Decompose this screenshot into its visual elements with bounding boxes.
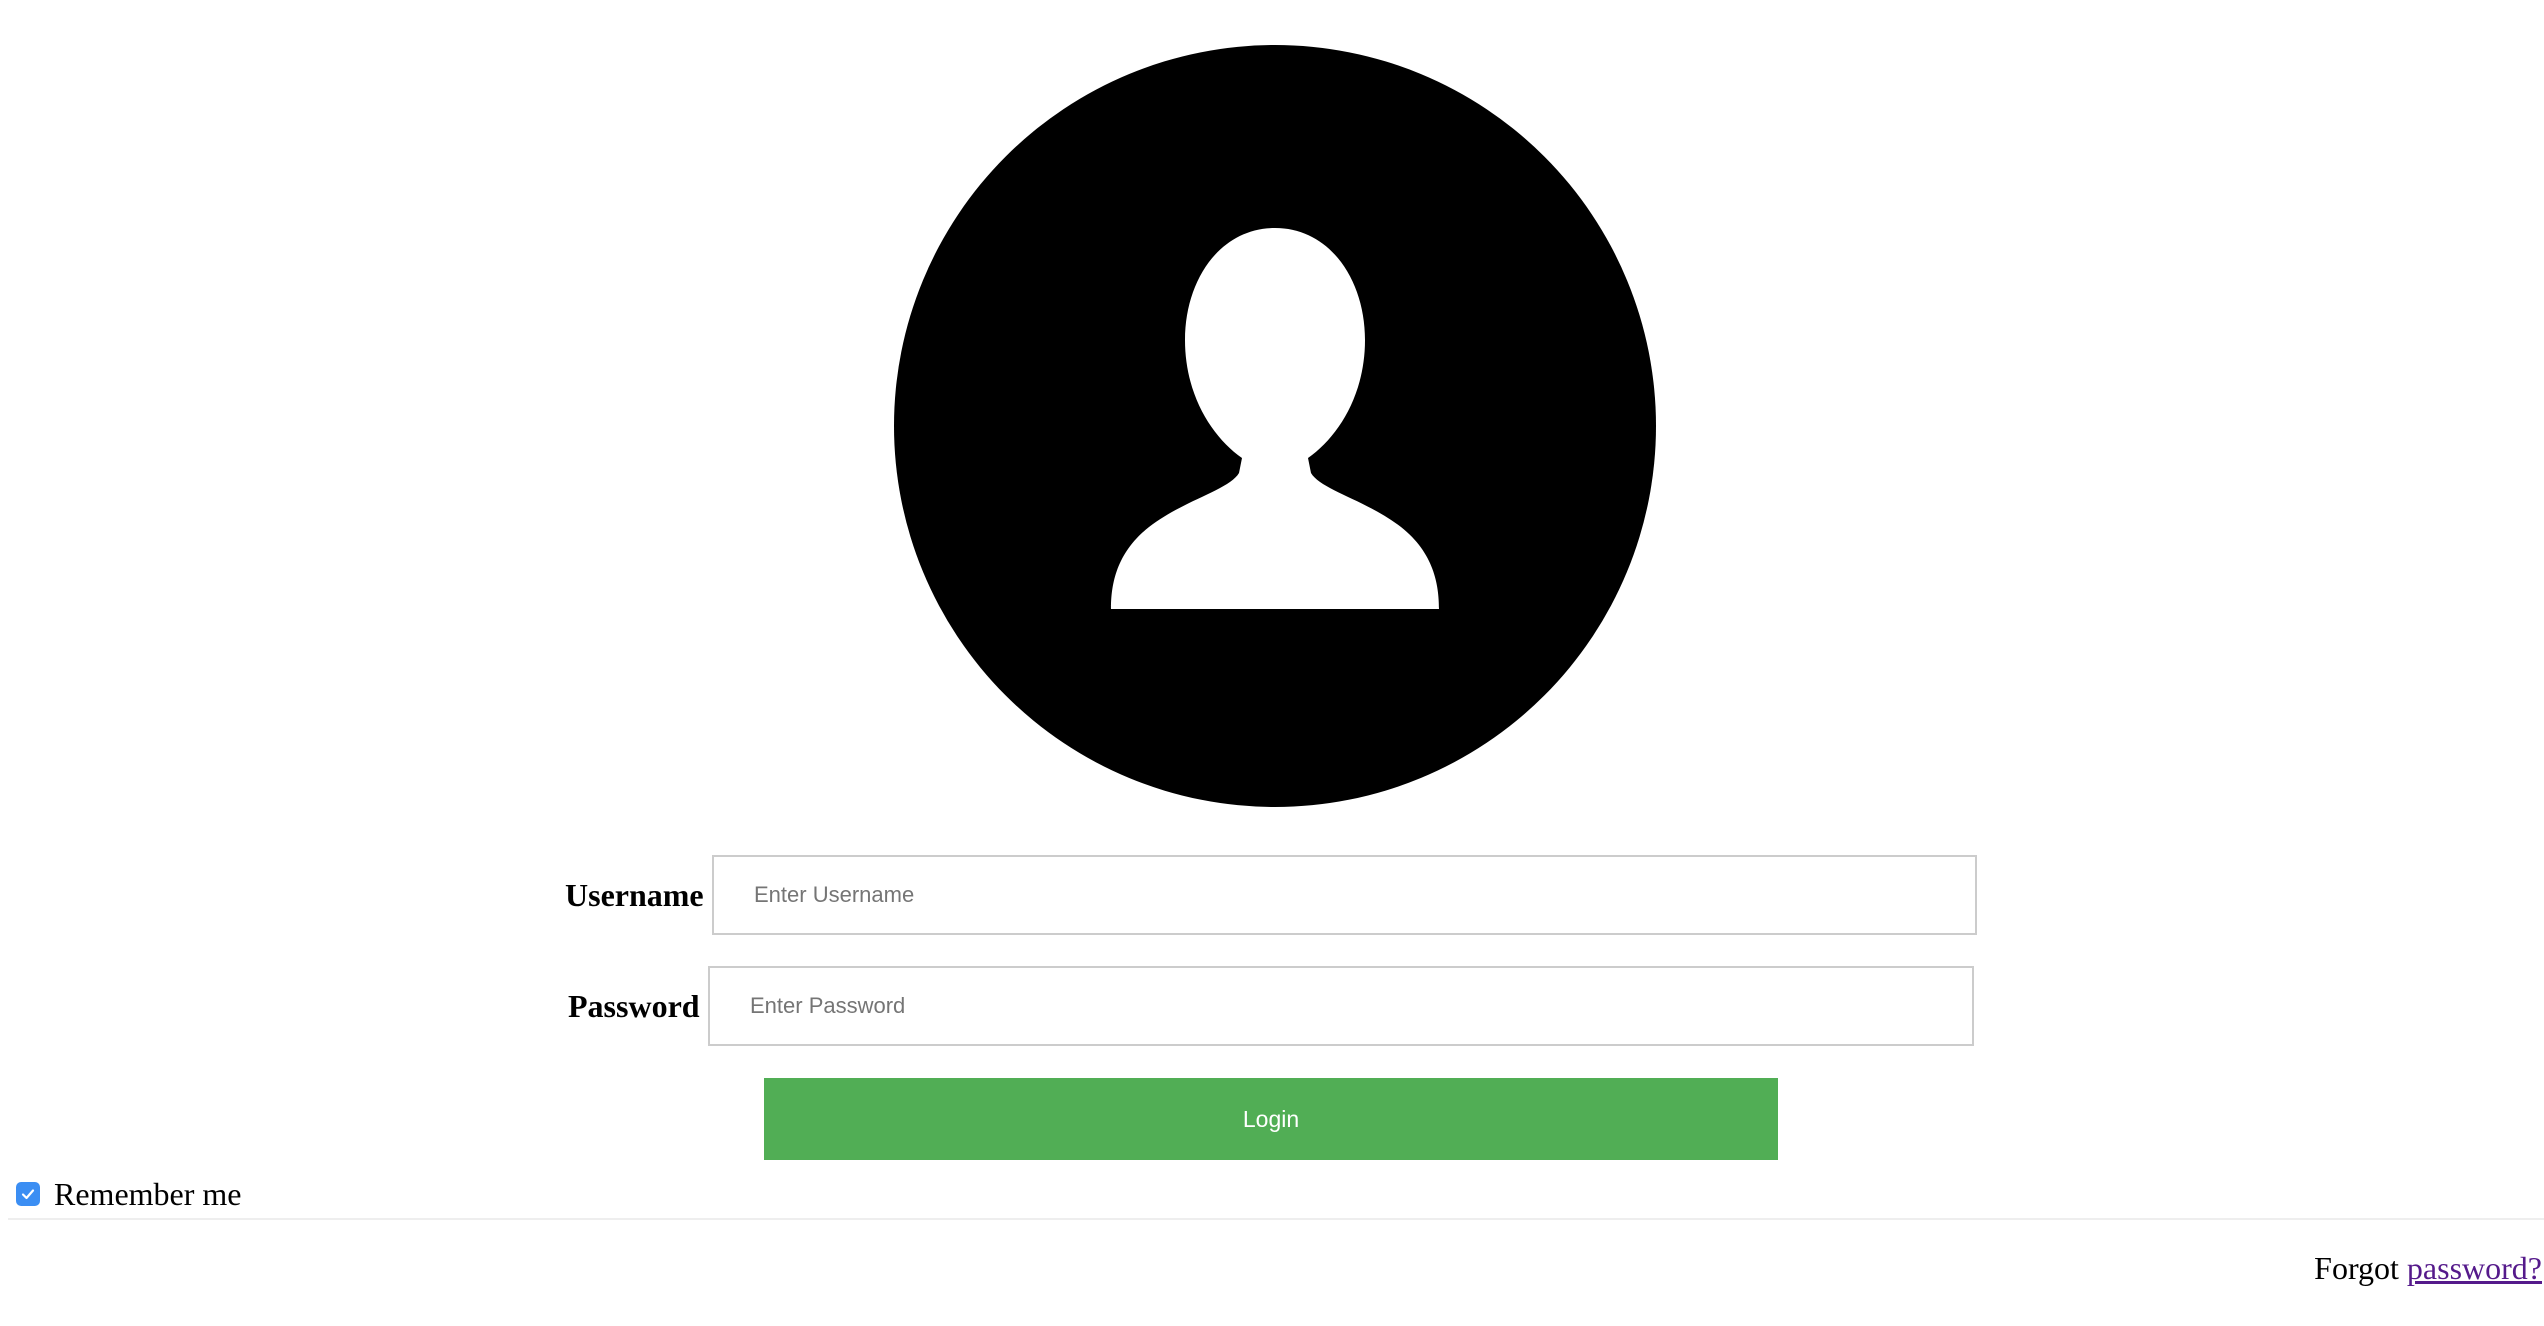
login-button[interactable]: Login xyxy=(764,1078,1778,1160)
username-label: Username xyxy=(565,877,704,913)
avatar xyxy=(894,45,1656,807)
remember-me[interactable]: Remember me xyxy=(16,1174,241,1214)
forgot-password-link[interactable]: password? xyxy=(2407,1250,2542,1286)
username-row: Username xyxy=(0,855,2544,935)
password-input[interactable] xyxy=(708,966,1974,1046)
username-input[interactable] xyxy=(712,855,1977,935)
remember-label: Remember me xyxy=(54,1176,242,1212)
user-silhouette-icon xyxy=(1111,228,1439,609)
password-label: Password xyxy=(568,988,700,1024)
password-row: Password xyxy=(0,966,2544,1046)
remember-checkbox[interactable] xyxy=(16,1182,40,1206)
checkmark-icon xyxy=(21,1189,35,1200)
forgot-password: Forgot password? xyxy=(2314,1248,2542,1288)
forgot-prefix: Forgot xyxy=(2314,1250,2407,1286)
divider xyxy=(8,1218,2544,1220)
